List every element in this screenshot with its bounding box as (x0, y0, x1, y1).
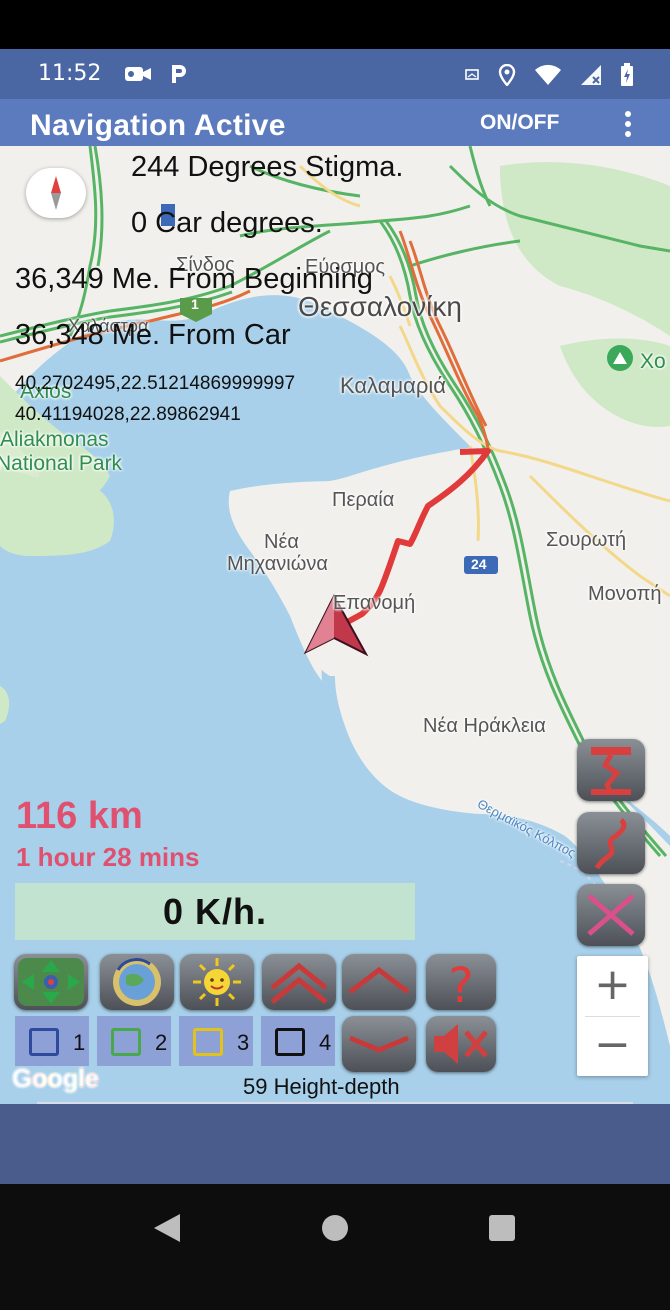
app-title: Navigation Active (30, 109, 286, 142)
from-beginning-text: 36,349 Me. From Beginning (15, 263, 373, 295)
checkbox-box-1 (29, 1028, 59, 1056)
place-peraia: Περαία (332, 489, 395, 511)
place-nea: Νέα (264, 531, 299, 553)
video-camera-icon (125, 67, 151, 81)
center-map-button[interactable] (14, 954, 88, 1010)
checkbox-label-2: 2 (155, 1030, 168, 1055)
svg-text:?: ? (448, 958, 473, 1010)
place-sourototi: Σουρωτή (546, 529, 627, 551)
speed-value: 0 K/h. (162, 891, 267, 932)
zoom-controls: + − (577, 956, 648, 1076)
zoom-down-button[interactable] (342, 1016, 416, 1072)
clear-route-icon (587, 894, 635, 936)
system-nav-bar (0, 1184, 670, 1310)
route-start-button[interactable] (577, 739, 645, 801)
footer-panel (0, 1104, 670, 1184)
google-logo-text: Google (12, 1063, 99, 1093)
place-aliakmonas: Aliakmonas (0, 428, 109, 451)
place-chortiatis: Χο (640, 350, 666, 373)
land-sw-green (0, 686, 10, 724)
car-degrees-text: 0 Car degrees. (131, 207, 323, 239)
layer-checkbox-1[interactable]: 1 (15, 1016, 89, 1066)
layer-checkbox-2[interactable]: 2 (97, 1016, 171, 1066)
coordinates-2: 40.41194028,22.89862941 (15, 404, 241, 425)
cast-icon (465, 69, 479, 80)
zoom-in-button[interactable]: + (577, 956, 648, 1016)
wifi-icon (535, 64, 561, 85)
route-path-icon (594, 818, 627, 870)
from-car-text: 36,348 Me. From Car (15, 319, 291, 351)
height-depth-label: 59 Height-depth (243, 1074, 400, 1099)
more-vert-icon[interactable] (618, 109, 638, 139)
zoom-out-button[interactable]: − (577, 1016, 648, 1076)
layer-checkbox-4[interactable]: 4 (261, 1016, 335, 1066)
map-view[interactable]: 1 24 Σίνδος Εύοσμος Θεσσαλονίκη Καλαμαρι… (0, 146, 670, 1104)
help-icon: ? (448, 958, 473, 1010)
parking-icon (172, 65, 186, 83)
sun-icon (193, 958, 241, 1006)
road-label-24: 24 (471, 556, 487, 572)
day-night-button[interactable] (180, 954, 254, 1010)
app-bar: Navigation Active ON/OFF (0, 99, 670, 146)
route-start-icon (591, 747, 631, 795)
chevron-up-icon (348, 966, 410, 994)
zoom-up-fast-button[interactable] (262, 954, 336, 1010)
layer-checkbox-3[interactable]: 3 (179, 1016, 253, 1066)
checkbox-box-4 (275, 1028, 305, 1056)
road-label-1: 1 (191, 296, 199, 312)
location-icon (498, 64, 516, 86)
google-logo: Google (12, 1063, 99, 1094)
recents-icon[interactable] (482, 1208, 522, 1248)
place-monopigado: Μονοπή (588, 583, 662, 605)
zoom-up-button[interactable] (342, 954, 416, 1010)
trip-distance: 116 km (16, 795, 143, 837)
checkbox-box-2 (111, 1028, 141, 1056)
rotate-globe-icon (113, 958, 161, 1006)
place-epanomi: Επανομή (333, 592, 416, 614)
mute-button[interactable] (426, 1016, 496, 1072)
place-michaniona: Μηχανιώνα (227, 553, 328, 575)
route-path-button[interactable] (577, 812, 645, 874)
rotate-globe-button[interactable] (100, 954, 174, 1010)
place-nea-irakleia: Νέα Ηράκλεια (423, 715, 546, 737)
speed-panel: 0 K/h. (15, 883, 415, 940)
double-chevron-up-icon (270, 962, 328, 1004)
place-national-park: National Park (0, 452, 123, 475)
checkbox-label-3: 3 (237, 1030, 250, 1055)
compass-icon (51, 176, 61, 210)
chevron-down-icon (349, 1035, 409, 1053)
degrees-stigma-text: 244 Degrees Stigma. (131, 151, 404, 183)
status-time: 11:52 (38, 61, 102, 86)
coordinates-1: 40,2702495,22.51214869999997 (15, 373, 296, 394)
compass-button[interactable] (26, 168, 86, 218)
checkbox-label-4: 4 (319, 1030, 332, 1055)
trip-duration: 1 hour 28 mins (16, 842, 200, 872)
checkbox-box-3 (193, 1028, 223, 1056)
center-map-icon (18, 958, 84, 1006)
top-black-bar (0, 0, 670, 49)
mute-icon (434, 1024, 488, 1064)
help-button[interactable]: ? (426, 954, 496, 1010)
signal-icon (581, 65, 601, 85)
home-icon[interactable] (315, 1208, 355, 1248)
battery-icon (621, 63, 633, 86)
on-off-button[interactable]: ON/OFF (480, 111, 559, 135)
clear-route-button[interactable] (577, 884, 645, 946)
checkbox-label-1: 1 (73, 1030, 86, 1055)
back-icon[interactable] (148, 1208, 188, 1248)
place-kalamaria: Καλαμαριά (340, 373, 447, 398)
status-bar: 11:52 (0, 49, 670, 99)
